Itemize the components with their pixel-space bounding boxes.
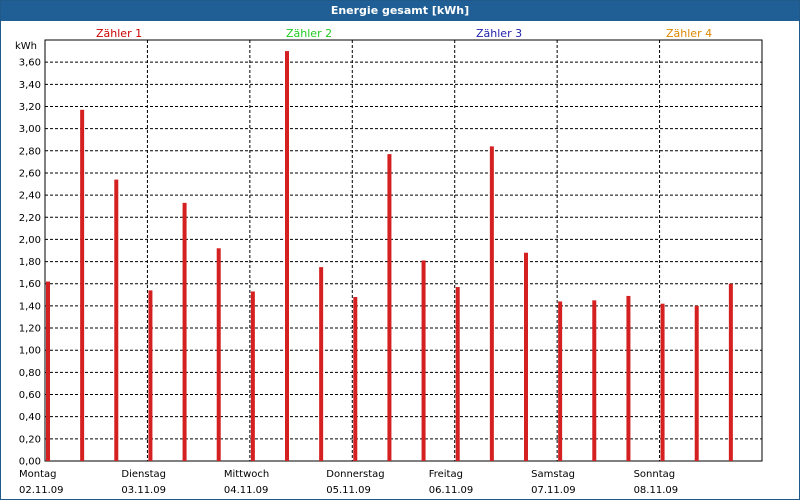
y-tick-label: 3,60 [19,58,41,69]
day-date-label: 03.11.09 [121,485,166,496]
bar [421,260,426,461]
y-tick-label: 3,00 [19,124,41,135]
y-tick-label: 0,80 [19,368,41,379]
bar [455,287,460,461]
bar [46,281,50,461]
bar [387,154,392,461]
y-tick-label: 3,20 [19,102,41,113]
y-tick-label: 1,00 [19,346,41,357]
day-date-label: 05.11.09 [326,485,371,496]
bar [148,290,153,461]
y-tick-label: 2,40 [19,191,41,202]
day-date-label: 04.11.09 [223,485,269,496]
y-tick-label: 2,80 [19,146,41,157]
day-name-label: Mittwoch [223,469,270,480]
day-date-label: 08.11.09 [633,485,679,496]
day-date-label: 02.11.09 [19,485,64,496]
bar [353,297,358,461]
bar [660,303,665,461]
chart-plot: 0,00 0,20 0,40 0,60 0,80 1,00 1,20 1,40 1,60 1,80… [19,39,763,468]
day-name-label: Dienstag [121,469,166,480]
bar [524,252,528,461]
day-date-label: 06.11.09 [428,485,474,496]
y-tick-label: 2,60 [19,168,41,179]
y-tick-label: 0,20 [19,434,41,445]
y-tick-label: 2,20 [19,213,41,224]
day-name-label: Samstag [531,469,575,480]
bar [319,267,324,461]
bar [626,295,631,461]
plot-frame [44,39,763,462]
chart-window: Energie gesamt [kWh] Zähler 1 Zähler 2 Z… [0,0,800,500]
bar [182,202,187,461]
bar [558,301,563,461]
bar [285,51,289,461]
y-tick-label: 0,60 [19,390,41,401]
bar [728,283,733,461]
y-tick-label: 0,40 [19,412,41,423]
bar [80,109,85,462]
bar [114,179,119,462]
y-tick-label: 0,00 [19,457,41,468]
day-name-label: Sonntag [633,469,676,480]
y-tick-label: 1,40 [19,301,41,312]
bar [592,300,597,461]
y-tick-label: 1,80 [19,257,41,268]
day-date-label: 07.11.09 [531,485,576,496]
day-name-label: Donnerstag [326,469,385,480]
bar [489,146,494,461]
day-name-label: Montag [19,469,57,480]
bar [250,291,255,461]
day-name-label: Freitag [428,469,463,480]
y-tick-label: 2,00 [19,235,41,246]
bar [694,305,699,461]
bar [216,248,221,461]
y-tick-label: 1,60 [19,279,41,290]
y-tick-label: 1,20 [19,324,41,335]
y-tick-label: 3,40 [19,80,41,91]
